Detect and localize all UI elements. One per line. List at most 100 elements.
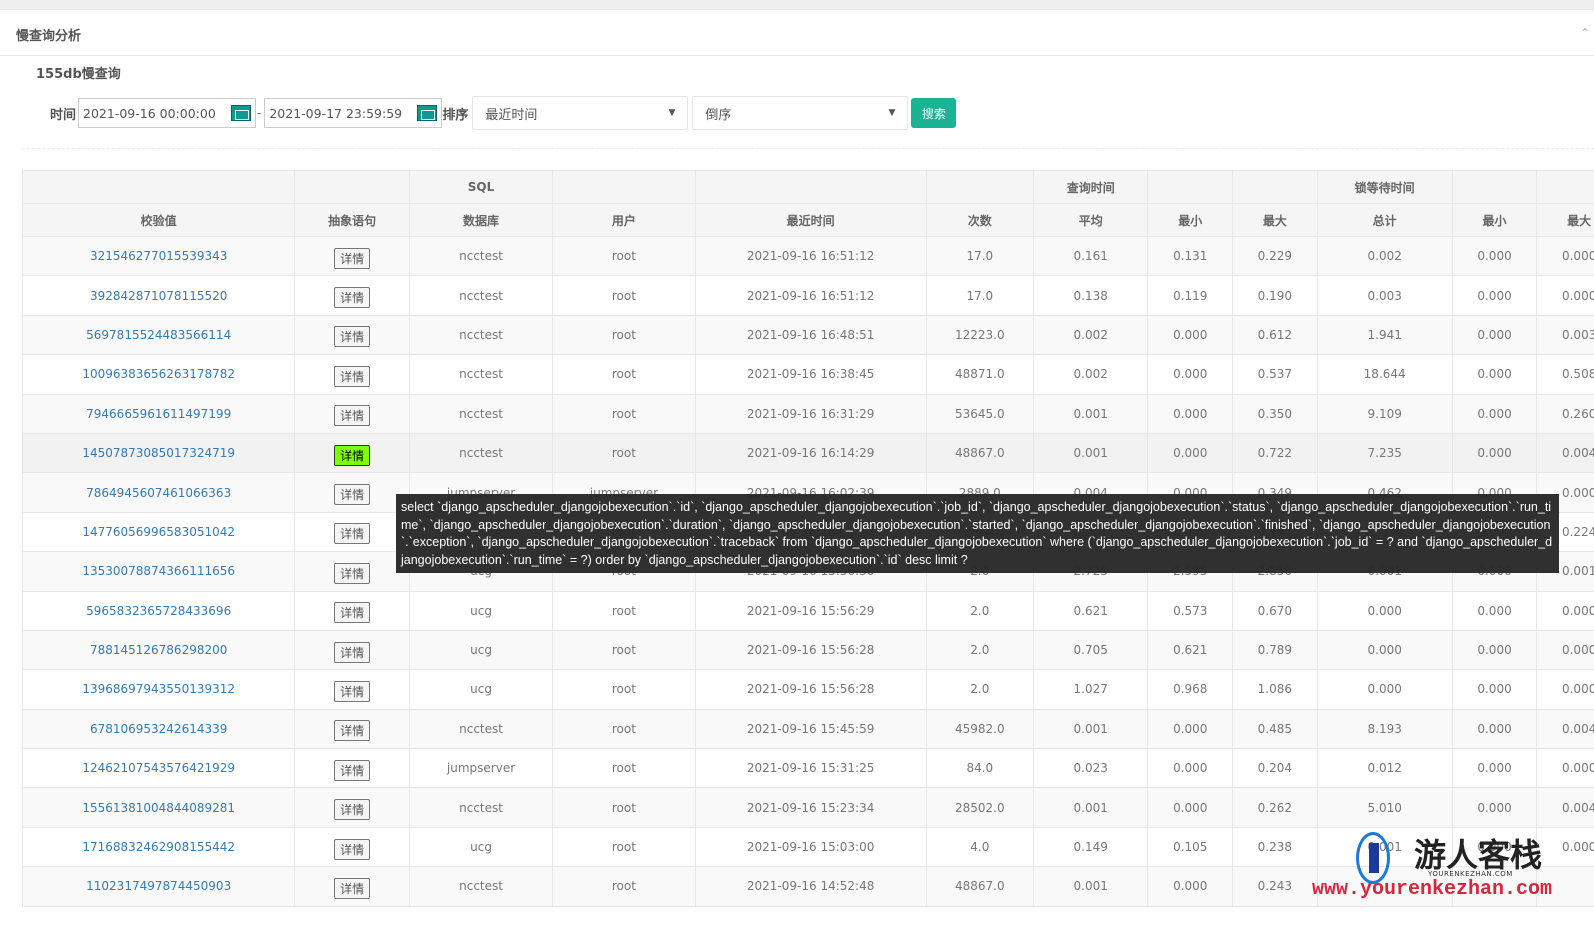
table-cell: 2021-09-16 15:03:00 <box>695 827 926 866</box>
table-cell: ucg <box>409 670 552 709</box>
group-header-cell <box>1148 171 1233 204</box>
checksum-link[interactable]: 14507873085017324719 <box>82 446 235 460</box>
abstract-cell: 详情 <box>295 355 410 394</box>
abstract-cell: 详情 <box>295 827 410 866</box>
detail-button[interactable]: 详情 <box>334 326 370 347</box>
column-header[interactable]: 最近时间 <box>695 204 926 237</box>
checksum-link[interactable]: 12462107543576421929 <box>82 761 235 775</box>
abstract-cell: 详情 <box>295 512 410 551</box>
detail-button[interactable]: 详情 <box>334 642 370 663</box>
column-header[interactable]: 抽象语句 <box>295 204 410 237</box>
table-cell: 2.0 <box>926 591 1033 630</box>
abstract-cell: 详情 <box>295 670 410 709</box>
detail-button[interactable]: 详情 <box>334 720 370 741</box>
table-cell: 0.002 <box>1033 315 1148 354</box>
column-header[interactable]: 平均 <box>1033 204 1148 237</box>
table-cell: 0.485 <box>1233 709 1318 748</box>
table-cell: 2021-09-16 15:56:28 <box>695 630 926 669</box>
checksum-link[interactable]: 7864945607461066363 <box>86 486 231 500</box>
checksum-link[interactable]: 392842871078115520 <box>90 289 227 303</box>
table-cell: 9.109 <box>1317 394 1452 433</box>
abstract-cell: 详情 <box>295 473 410 512</box>
table-cell: 0.243 <box>1233 867 1318 906</box>
detail-button[interactable]: 详情 <box>334 878 370 899</box>
column-header[interactable]: 最小 <box>1148 204 1233 237</box>
column-header[interactable]: 次数 <box>926 204 1033 237</box>
group-header-row: SQL查询时间锁等待时间 <box>23 171 1594 204</box>
collapse-icon[interactable]: ⌃ <box>1580 26 1590 40</box>
table-cell: 8.193 <box>1317 709 1452 748</box>
table-row: 10096383656263178782详情ncctestroot2021-09… <box>23 355 1594 394</box>
column-header[interactable]: 用户 <box>553 204 695 237</box>
table-cell: root <box>553 670 695 709</box>
table-cell: 0.001 <box>1033 867 1148 906</box>
checksum-link[interactable]: 15561381004844089281 <box>82 801 235 815</box>
detail-button[interactable]: 详情 <box>334 563 370 584</box>
table-cell: root <box>553 276 695 315</box>
column-header[interactable]: 数据库 <box>409 204 552 237</box>
order-select[interactable]: 倒序▼ <box>692 96 908 130</box>
table-cell: ncctest <box>409 276 552 315</box>
start-date-input[interactable]: 2021-09-16 00:00:00 <box>78 98 256 128</box>
divider <box>22 148 1594 149</box>
calendar-icon[interactable] <box>231 105 251 121</box>
group-header-cell: SQL <box>409 171 552 204</box>
table-cell: 0.000 <box>1148 709 1233 748</box>
checksum-link[interactable]: 17168832462908155442 <box>82 840 235 854</box>
table-cell: 0.000 <box>1537 670 1594 709</box>
table-row: 392842871078115520详情ncctestroot2021-09-1… <box>23 276 1594 315</box>
column-header[interactable]: 最大 <box>1233 204 1318 237</box>
detail-button[interactable]: 详情 <box>334 799 370 820</box>
detail-button[interactable]: 详情 <box>334 366 370 387</box>
abstract-cell: 详情 <box>295 867 410 906</box>
checksum-link[interactable]: 10096383656263178782 <box>82 367 235 381</box>
checksum-link[interactable]: 13530078874366111656 <box>82 564 235 578</box>
checksum-link[interactable]: 13968697943550139312 <box>82 682 235 696</box>
table-cell: ucg <box>409 827 552 866</box>
watermark-en: YOURENKEZHAN.COM <box>1428 870 1513 878</box>
sort-by-select[interactable]: 最近时间▼ <box>472 96 688 130</box>
detail-button[interactable]: 详情 <box>334 484 370 505</box>
column-header[interactable]: 校验值 <box>23 204 295 237</box>
group-header-cell <box>23 171 295 204</box>
checksum-link[interactable]: 14776056996583051042 <box>82 525 235 539</box>
detail-button[interactable]: 详情 <box>334 445 370 466</box>
detail-button[interactable]: 详情 <box>334 681 370 702</box>
section-title: 155db慢查询 <box>36 63 121 82</box>
column-header[interactable]: 总计 <box>1317 204 1452 237</box>
end-date-input[interactable]: 2021-09-17 23:59:59 <box>264 98 442 128</box>
table-cell: 84.0 <box>926 749 1033 788</box>
detail-button[interactable]: 详情 <box>334 602 370 623</box>
checksum-link[interactable]: 321546277015539343 <box>90 249 227 263</box>
table-cell: root <box>553 315 695 354</box>
column-header[interactable]: 最小 <box>1452 204 1537 237</box>
checksum-link[interactable]: 1102317497874450903 <box>86 879 231 893</box>
checksum-link[interactable]: 5697815524483566114 <box>86 328 231 342</box>
detail-button[interactable]: 详情 <box>334 287 370 308</box>
table-cell: 0.004 <box>1537 788 1594 827</box>
time-label: 时间 <box>50 104 76 123</box>
table-cell: 0.000 <box>1537 237 1594 276</box>
detail-button[interactable]: 详情 <box>334 839 370 860</box>
checksum-link[interactable]: 678106953242614339 <box>90 722 227 736</box>
start-date-value: 2021-09-16 00:00:00 <box>83 106 216 121</box>
column-header[interactable]: 最大 <box>1537 204 1594 237</box>
search-button[interactable]: 搜索 <box>911 98 956 128</box>
checksum-link[interactable]: 7946665961611497199 <box>86 407 231 421</box>
table-cell: ucg <box>409 591 552 630</box>
detail-button[interactable]: 详情 <box>334 523 370 544</box>
detail-button[interactable]: 详情 <box>334 405 370 426</box>
group-header-cell <box>553 171 695 204</box>
calendar-icon[interactable] <box>417 105 437 121</box>
detail-button[interactable]: 详情 <box>334 248 370 269</box>
abstract-cell: 详情 <box>295 591 410 630</box>
checksum-cell: 14507873085017324719 <box>23 433 295 472</box>
detail-button[interactable]: 详情 <box>334 760 370 781</box>
table-cell: 53645.0 <box>926 394 1033 433</box>
table-cell: ucg <box>409 630 552 669</box>
table-cell: root <box>553 433 695 472</box>
table-cell: 0.002 <box>1317 237 1452 276</box>
checksum-link[interactable]: 5965832365728433696 <box>86 604 231 618</box>
group-header-cell <box>1537 171 1594 204</box>
checksum-link[interactable]: 788145126786298200 <box>90 643 227 657</box>
